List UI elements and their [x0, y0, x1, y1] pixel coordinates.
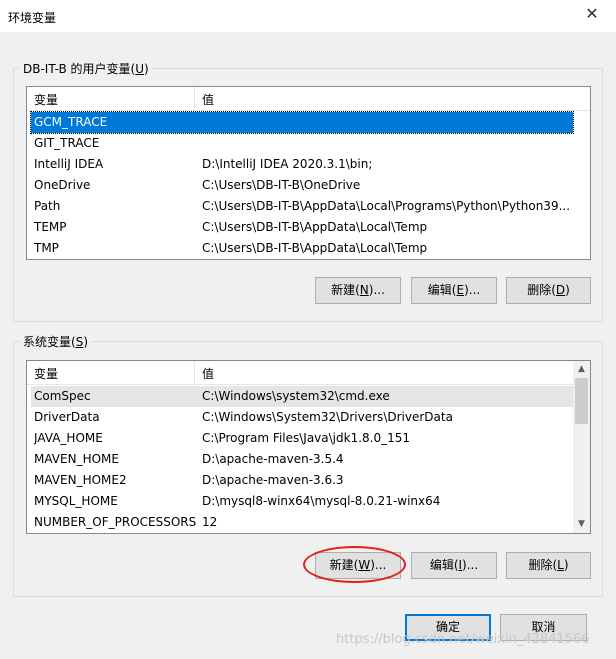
column-header-value[interactable]: 值: [202, 365, 214, 382]
close-icon[interactable]: ✕: [582, 4, 602, 23]
system-variables-list[interactable]: 变量 值 ComSpec C:\Windows\system32\cmd.exe…: [26, 360, 591, 534]
table-row[interactable]: MAVEN_HOME D:\apache-maven-3.5.4: [31, 449, 573, 470]
column-header-variable[interactable]: 变量: [34, 91, 58, 108]
system-delete-button[interactable]: 删除(L): [506, 552, 591, 579]
scroll-thumb[interactable]: [575, 378, 588, 424]
table-row[interactable]: GCM_TRACE: [30, 111, 574, 134]
system-variables-label: 系统变量(S): [23, 335, 88, 349]
table-row[interactable]: TEMP C:\Users\DB-IT-B\AppData\Local\Temp: [31, 217, 573, 238]
user-new-button[interactable]: 新建(N)...: [315, 277, 401, 304]
scroll-down-icon[interactable]: ▼: [573, 516, 590, 533]
window-title: 环境变量: [8, 11, 57, 25]
user-variables-list[interactable]: 变量 值 GCM_TRACE GIT_TRACE IntelliJ IDEA D…: [26, 86, 591, 260]
table-row[interactable]: JAVA_HOME C:\Program Files\Java\jdk1.8.0…: [31, 428, 573, 449]
table-row[interactable]: MYSQL_HOME D:\mysql8-winx64\mysql-8.0.21…: [31, 491, 573, 512]
table-row[interactable]: GIT_TRACE: [31, 133, 573, 154]
column-separator[interactable]: [194, 361, 195, 385]
red-annotation-circle: [303, 546, 406, 583]
list-header: 变量 值: [27, 361, 573, 385]
table-row[interactable]: MAVEN_HOME2 D:\apache-maven-3.6.3: [31, 470, 573, 491]
scroll-up-icon[interactable]: ▲: [573, 361, 590, 378]
user-edit-button[interactable]: 编辑(E)...: [411, 277, 497, 304]
table-row[interactable]: TMP C:\Users\DB-IT-B\AppData\Local\Temp: [31, 238, 573, 259]
system-edit-button[interactable]: 编辑(I)...: [411, 552, 497, 579]
column-header-value[interactable]: 值: [202, 91, 214, 108]
list-header: 变量 值: [27, 87, 590, 111]
vertical-scrollbar[interactable]: ▲ ▼: [573, 361, 590, 533]
column-separator[interactable]: [194, 87, 195, 111]
table-row[interactable]: OneDrive C:\Users\DB-IT-B\OneDrive: [31, 175, 573, 196]
table-row[interactable]: Path C:\Users\DB-IT-B\AppData\Local\Prog…: [31, 196, 573, 217]
table-row[interactable]: ComSpec C:\Windows\system32\cmd.exe: [31, 386, 573, 407]
user-delete-button[interactable]: 删除(D): [506, 277, 591, 304]
user-variables-label: DB-IT-B 的用户变量(U): [23, 62, 149, 76]
title-bar: 环境变量 ✕: [0, 0, 616, 32]
column-header-variable[interactable]: 变量: [34, 365, 58, 382]
table-row[interactable]: NUMBER_OF_PROCESSORS 12: [31, 512, 573, 533]
table-row[interactable]: DriverData C:\Windows\System32\Drivers\D…: [31, 407, 573, 428]
watermark: https://blog.csdn.net/weixin_42841566: [336, 632, 590, 647]
table-row[interactable]: IntelliJ IDEA D:\IntelliJ IDEA 2020.3.1\…: [31, 154, 573, 175]
